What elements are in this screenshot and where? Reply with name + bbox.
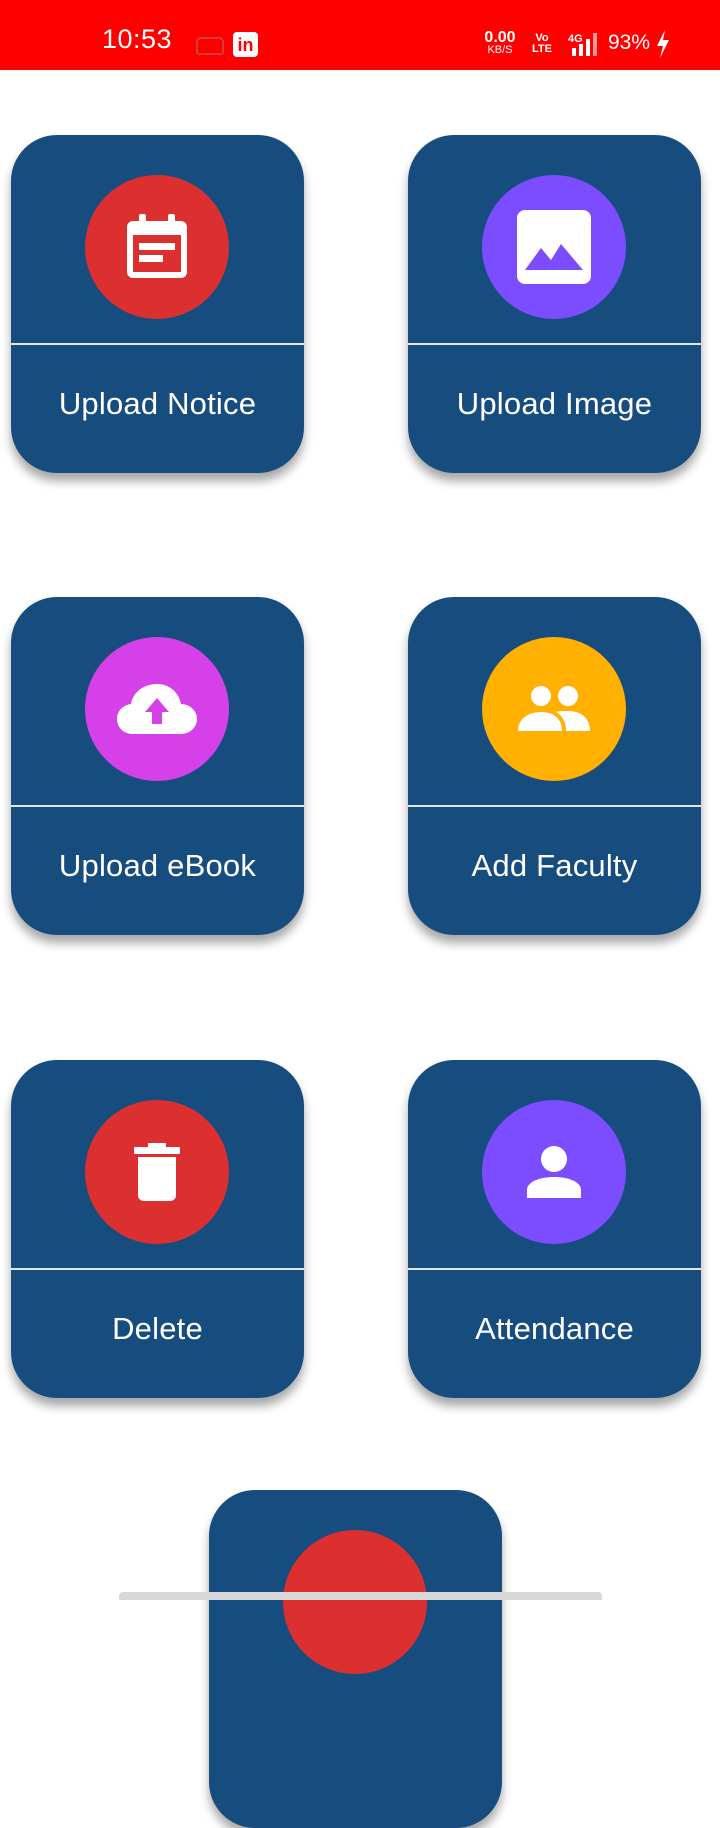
trash-icon [134, 1143, 180, 1201]
notice-calendar-icon [127, 214, 187, 278]
image-icon-circle [482, 175, 626, 319]
upload-ebook-label: Upload eBook [58, 848, 257, 883]
battery-percent: 93% [608, 31, 651, 54]
card-top [11, 1060, 304, 1268]
upload-image-card[interactable]: Upload Image [408, 135, 701, 473]
card-top [408, 597, 701, 805]
volte-icon: Vo LTE [532, 33, 552, 55]
add-faculty-card[interactable]: Add Faculty [408, 597, 701, 935]
upload-image-label: Upload Image [456, 386, 653, 421]
partial-icon-circle [283, 1530, 427, 1674]
notice-icon-circle [85, 175, 229, 319]
card-top [408, 1060, 701, 1268]
delete-card[interactable]: Delete [11, 1060, 304, 1398]
delete-label: Delete [112, 1311, 203, 1346]
upload-ebook-card[interactable]: Upload eBook [11, 597, 304, 935]
network-speed: 0.00 KB/S [480, 29, 520, 57]
faculty-icon-circle [482, 637, 626, 781]
attendance-icon-circle [482, 1100, 626, 1244]
volte-bottom: LTE [532, 43, 552, 55]
status-bar: 10:53 in 0.00 KB/S Vo LTE 4G 93% [0, 0, 720, 70]
status-time: 10:53 [102, 24, 173, 54]
network-speed-value: 0.00 [484, 29, 516, 46]
navigation-handle[interactable] [119, 1592, 602, 1600]
attendance-label: Attendance [475, 1311, 634, 1346]
charging-icon [657, 30, 669, 58]
partial-card[interactable] [209, 1490, 502, 1828]
cloud-upload-icon [117, 684, 197, 734]
linkedin-icon: in [233, 32, 258, 57]
card-top [11, 597, 304, 805]
delete-icon-circle [85, 1100, 229, 1244]
upload-notice-label: Upload Notice [58, 386, 257, 421]
people-icon [518, 686, 590, 731]
upload-notice-card[interactable]: Upload Notice [11, 135, 304, 473]
network-type: 4G [568, 33, 583, 45]
ebook-icon-circle [85, 637, 229, 781]
add-faculty-label: Add Faculty [471, 848, 638, 883]
signal-icon: 4G [568, 33, 597, 56]
card-top [408, 135, 701, 343]
person-icon [527, 1146, 581, 1198]
card-top [11, 135, 304, 343]
attendance-card[interactable]: Attendance [408, 1060, 701, 1398]
car-icon [196, 37, 224, 55]
image-icon [517, 210, 591, 284]
